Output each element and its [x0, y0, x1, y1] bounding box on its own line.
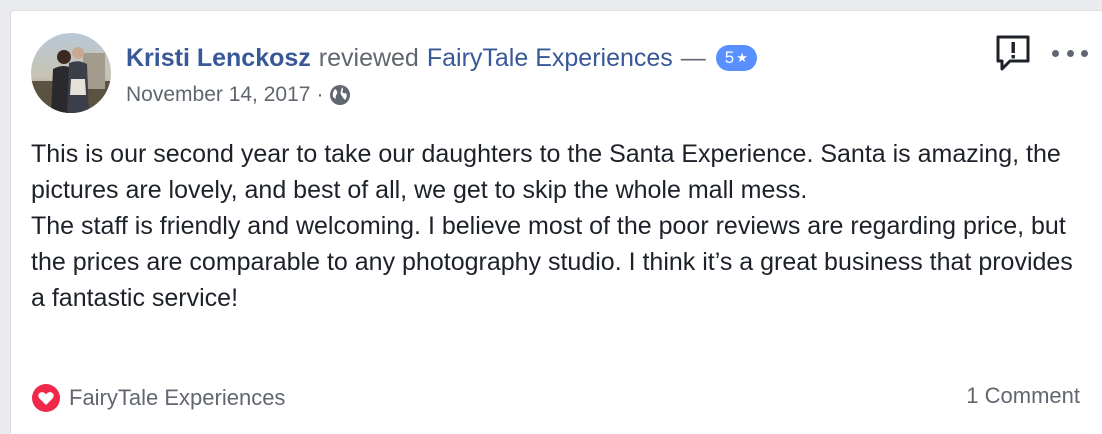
star-icon: ★ — [736, 50, 748, 65]
reactor-name[interactable]: FairyTale Experiences — [69, 385, 285, 411]
more-options-icon[interactable] — [1052, 43, 1088, 63]
avatar-image — [31, 33, 111, 113]
report-icon[interactable] — [994, 33, 1034, 73]
rating-value: 5 — [724, 48, 735, 67]
page-name-link[interactable]: FairyTale Experiences — [427, 41, 673, 75]
author-name[interactable]: Kristi Lenckosz — [126, 41, 311, 75]
avatar[interactable] — [31, 33, 111, 113]
review-action-text: reviewed — [318, 44, 419, 72]
review-header: Kristi Lenckosz reviewed FairyTale Exper… — [126, 41, 757, 75]
review-card: Kristi Lenckosz reviewed FairyTale Exper… — [10, 10, 1102, 434]
reactions-summary[interactable]: FairyTale Experiences — [31, 383, 285, 413]
review-body: This is our second year to take our daug… — [31, 136, 1086, 316]
heart-reaction-icon — [31, 383, 61, 413]
review-actions — [994, 33, 1088, 73]
review-paragraph: This is our second year to take our daug… — [31, 140, 1061, 204]
review-paragraph: The staff is friendly and welcoming. I b… — [31, 212, 1073, 312]
header-dash: — — [680, 44, 706, 72]
comment-count[interactable]: 1 Comment — [966, 383, 1080, 409]
rating-badge[interactable]: 5 ★ — [715, 45, 757, 71]
review-meta: November 14, 2017 · — [126, 81, 351, 109]
review-date[interactable]: November 14, 2017 — [126, 81, 310, 109]
meta-separator: · — [316, 83, 324, 106]
globe-icon[interactable] — [329, 84, 351, 106]
